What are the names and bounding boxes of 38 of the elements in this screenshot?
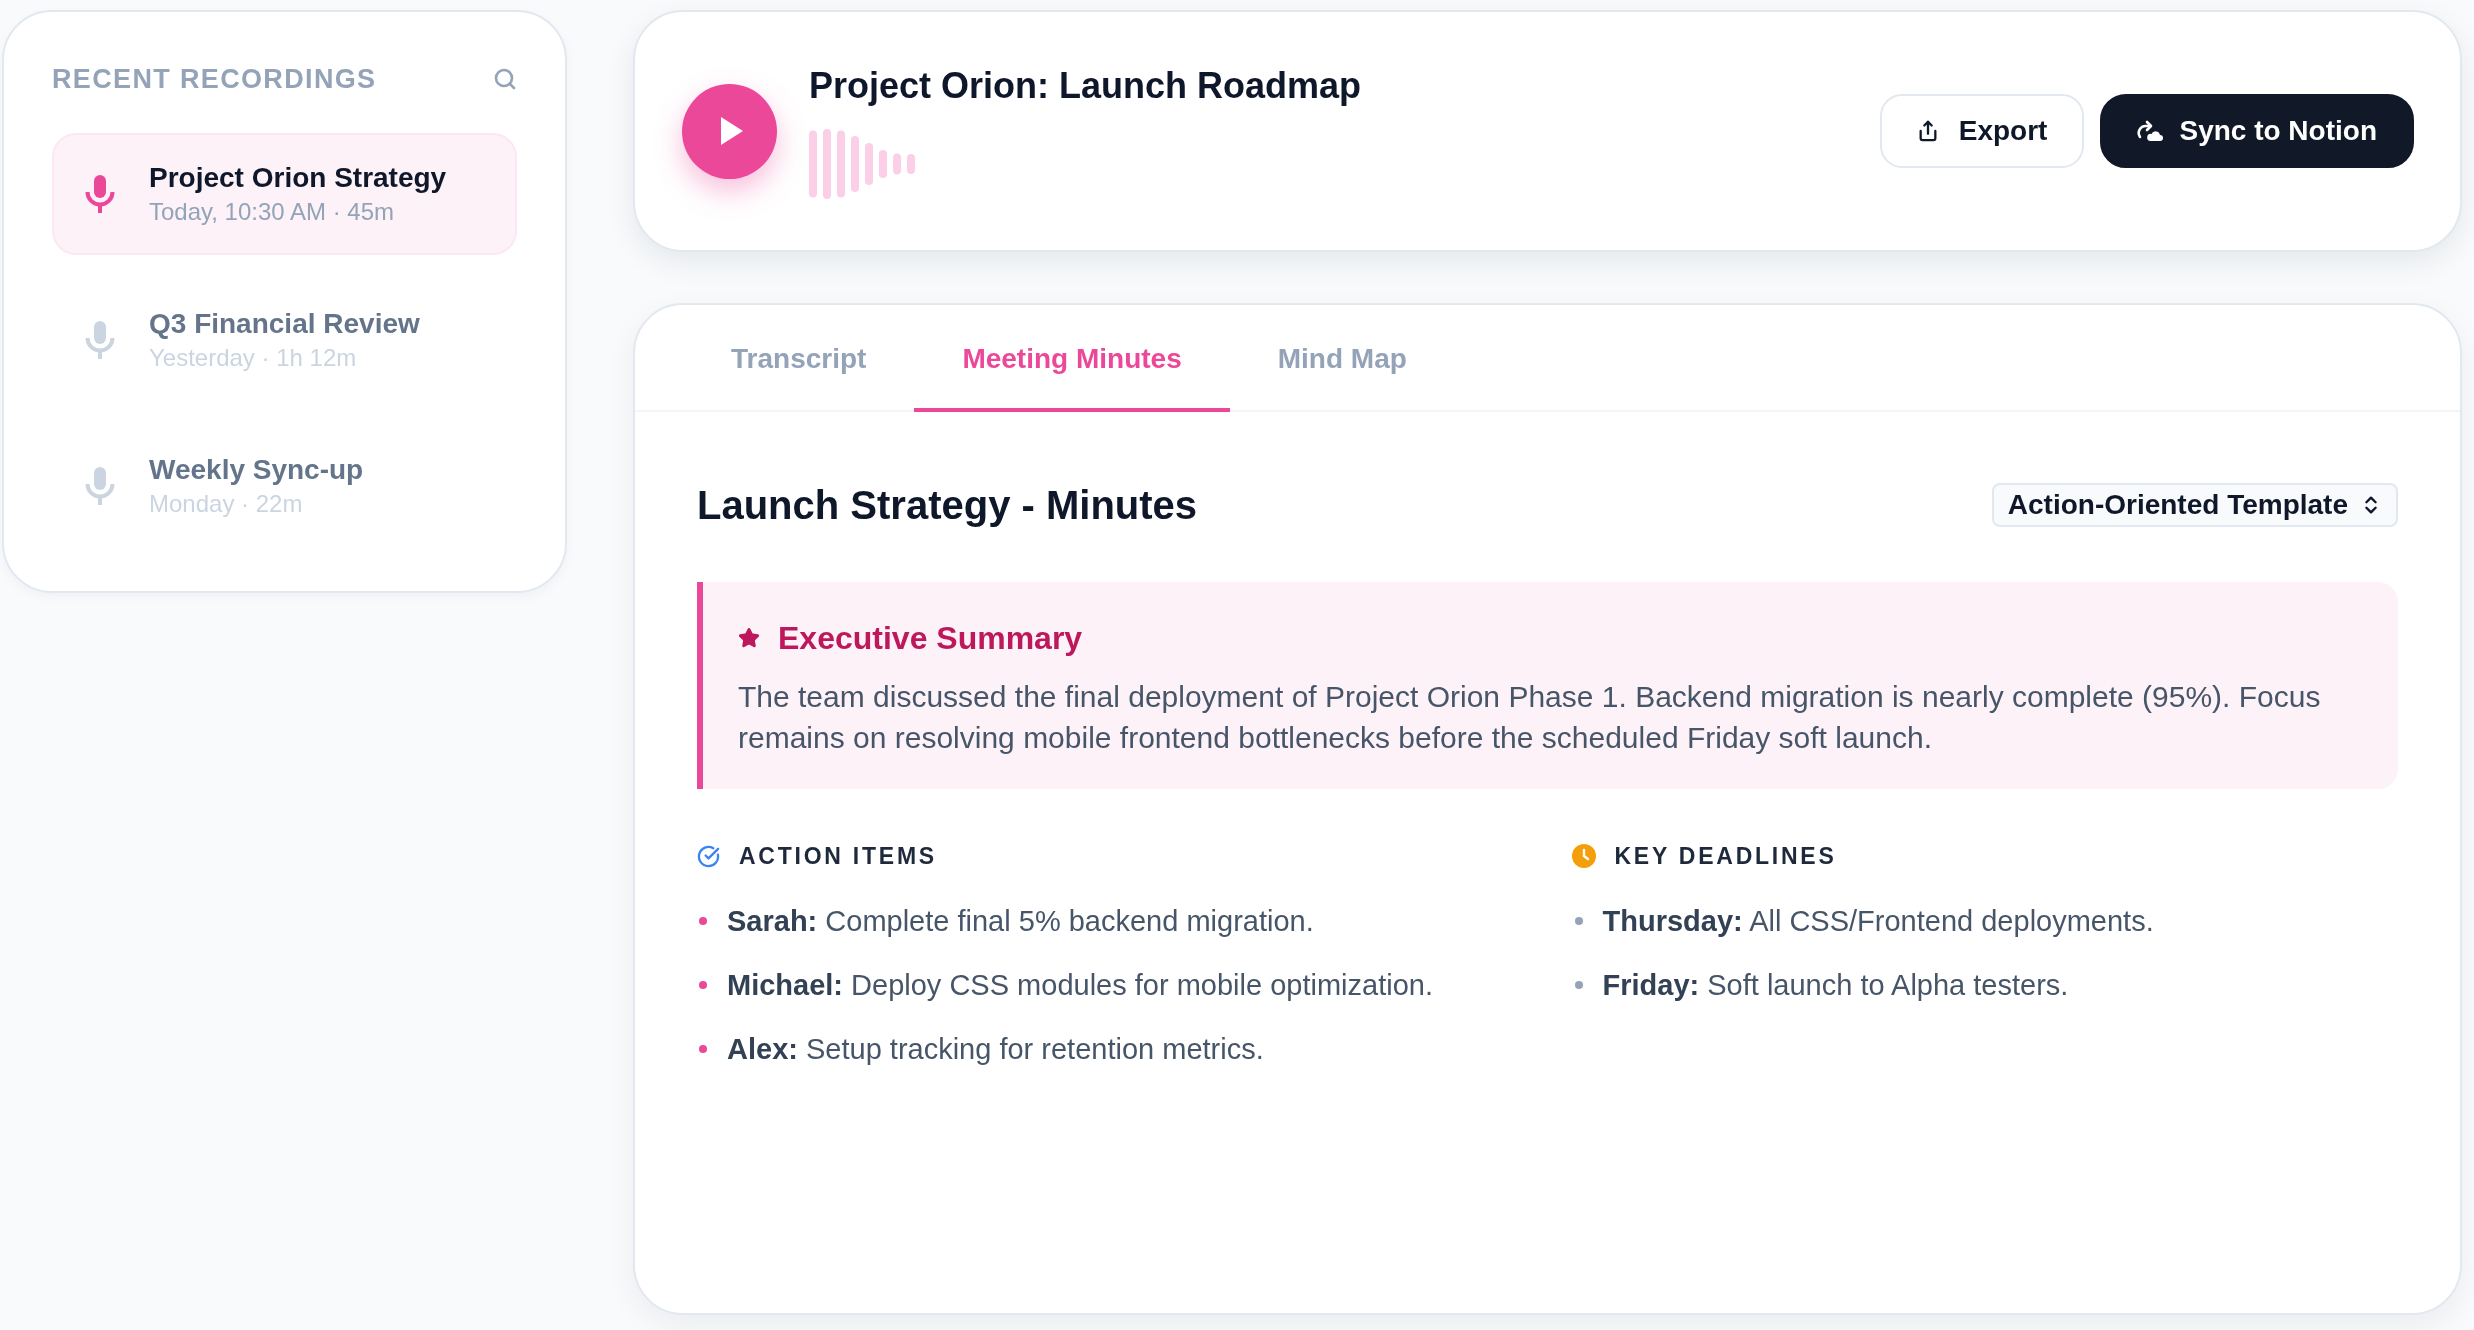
template-select[interactable]: Action-Oriented Template	[1991, 483, 2398, 527]
minutes-title: Launch Strategy - Minutes	[697, 482, 1198, 529]
bullet-icon	[1574, 917, 1583, 925]
star-icon	[738, 627, 760, 649]
summary-text: The team discussed the final deployment of Project Orion Phase 1. Backend migration is nearly complete (95%). Focus remains on resolving mobile frontend bottlenecks before the scheduled Friday soft launch.	[738, 679, 2322, 756]
recording-title: Weekly Sync-up	[149, 453, 364, 487]
list-item-text: Sarah: Complete final 5% backend migration.	[727, 904, 1314, 939]
list-item-text: Alex: Setup tracking for retention metrics.	[727, 1032, 1264, 1067]
microphone-icon	[85, 467, 115, 505]
bullet-icon	[699, 981, 707, 989]
list-item-text: Michael: Deploy CSS modules for mobile optimization.	[727, 968, 1433, 1003]
export-button[interactable]: Export	[1879, 94, 2085, 168]
bullet-icon	[1574, 981, 1583, 989]
sidebar-heading: RECENT RECORDINGS	[52, 63, 377, 96]
sync-button[interactable]: Sync to Notion	[2100, 94, 2414, 168]
tab[interactable]: Transcript	[683, 305, 915, 412]
check-circle-icon	[697, 844, 720, 868]
microphone-icon	[85, 175, 115, 213]
bullet-icon	[699, 917, 707, 925]
recording-title: Q3 Financial Review	[149, 307, 420, 341]
play-icon	[721, 117, 743, 145]
section-heading: ACTION ITEMS	[739, 842, 937, 871]
list-item-text: Friday: Soft launch to Alpha testers.	[1602, 968, 2069, 1003]
clock-icon	[1571, 844, 1596, 868]
tab[interactable]: Meeting Minutes	[914, 305, 1230, 412]
tab[interactable]: Mind Map	[1229, 305, 1455, 412]
recording-meta: Today, 10:30 AM · 45m	[149, 197, 395, 227]
section-heading: KEY DEADLINES	[1614, 842, 1837, 871]
recording-item[interactable]: Project Orion Strategy Today, 10:30 AM · 45m	[52, 133, 517, 255]
summary-title: Executive Summary	[778, 619, 1083, 658]
list-item-text: Thursday: All CSS/Frontend deployments.	[1602, 904, 2154, 939]
sync-cloud-icon	[2137, 120, 2164, 142]
player-title: Project Orion: Launch Roadmap	[809, 63, 1362, 108]
microphone-icon	[85, 321, 115, 359]
recording-title: Project Orion Strategy	[149, 161, 447, 195]
play-button[interactable]	[682, 83, 777, 179]
search-icon[interactable]	[493, 67, 517, 91]
bullet-icon	[699, 1045, 707, 1053]
